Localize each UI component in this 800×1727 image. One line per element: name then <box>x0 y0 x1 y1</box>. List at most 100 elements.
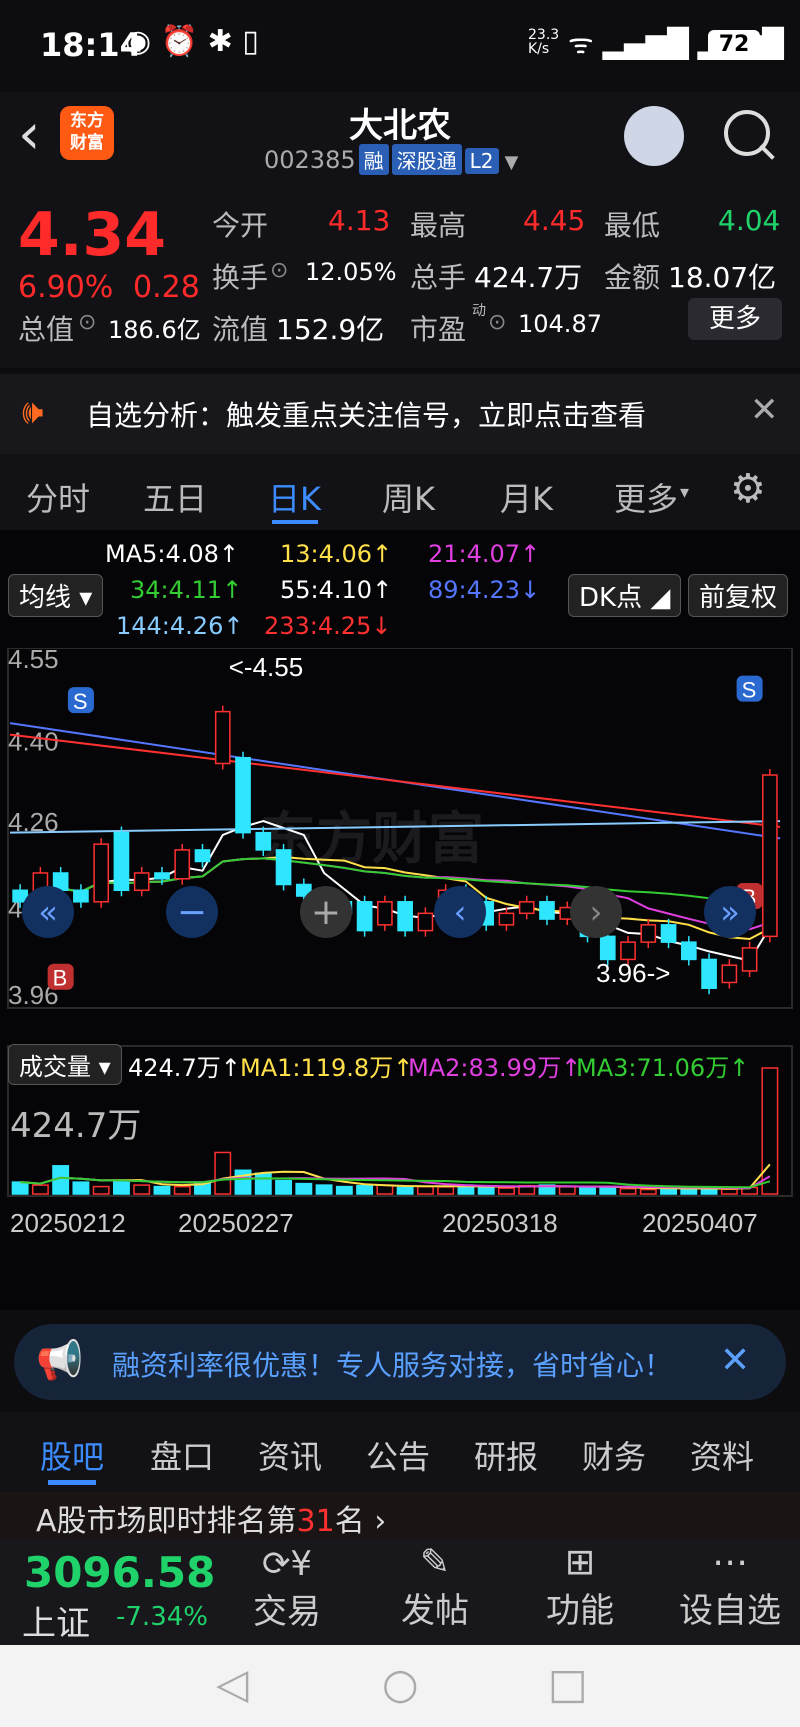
pe-value: 104.87 <box>518 310 602 338</box>
pe-label: 市盈 <box>410 313 467 346</box>
volume-bar <box>234 1169 252 1195</box>
candle <box>620 941 636 961</box>
high-marker: <-4.55 <box>229 652 303 682</box>
volume-bar <box>315 1184 333 1195</box>
price-axis-label: 4.40 <box>8 726 59 756</box>
candle <box>113 831 130 892</box>
indicator-select[interactable]: 均线 ▾ <box>8 574 104 617</box>
signal-banner[interactable]: 🕪 自选分析：触发重点关注信号，立即点击查看 ✕ <box>0 374 800 454</box>
kline-panel[interactable]: MA5:4.08↑ 13:4.06↑ 21:4.07↑ 34:4.11↑ 55:… <box>0 530 800 1310</box>
volume-bar <box>619 1187 637 1195</box>
nav-functions[interactable]: ⊞ 功能 <box>525 1538 635 1645</box>
more-button[interactable]: 更多 <box>688 298 782 340</box>
marker-label: B <box>53 966 68 991</box>
nav-trade-label: 交易 <box>253 1592 321 1632</box>
back-nav-icon[interactable]: ◁ <box>216 1659 248 1708</box>
candle <box>377 901 393 926</box>
zoom-out-icon[interactable]: − <box>166 886 218 938</box>
tab-daily-k[interactable]: 日K <box>268 474 321 520</box>
dk-point-button[interactable]: DK点 ◢ <box>568 574 682 617</box>
tab-guba[interactable]: 股吧 <box>40 1432 104 1478</box>
change-value: 0.28 <box>133 270 200 305</box>
candle <box>255 831 272 851</box>
tab-monthly-k[interactable]: 月K <box>500 474 553 520</box>
tab-profile[interactable]: 资料 <box>690 1432 754 1478</box>
stock-code: 002385 <box>264 146 356 174</box>
tab-finance[interactable]: 财务 <box>582 1432 646 1478</box>
adjust-button[interactable]: 前复权 <box>688 574 789 617</box>
candle <box>721 964 738 984</box>
close-icon[interactable]: ✕ <box>720 1340 750 1381</box>
high-value: 4.45 <box>523 204 586 237</box>
active-tab-indicator <box>48 1480 96 1485</box>
scroll-left-icon[interactable]: ‹ <box>434 886 486 938</box>
volume-value: 424.7万 <box>474 261 583 294</box>
candle <box>762 774 778 938</box>
high-label: 最高 <box>410 209 467 242</box>
volume-bar <box>133 1184 151 1195</box>
nav-post[interactable]: ✎ 发帖 <box>380 1538 490 1645</box>
close-icon[interactable]: ✕ <box>750 390 779 430</box>
recents-nav-icon[interactable]: □ <box>548 1659 588 1708</box>
candle <box>539 901 555 920</box>
margin-promo-banner[interactable]: 📢 融资利率很优惠！专人服务对接，省时省心！ ✕ <box>14 1324 786 1400</box>
nav-trade[interactable]: ⟳¥ 交易 <box>232 1538 342 1645</box>
info-icon[interactable]: ⊙ <box>488 310 506 335</box>
volume-bar <box>214 1151 232 1195</box>
megaphone-icon: 📢 <box>36 1338 84 1382</box>
nav-add-watchlist[interactable]: ⋯ 设自选 <box>660 1538 800 1645</box>
chevron-down-icon: ▾ <box>680 482 690 503</box>
stock-header: ‹ 东方 财富 大北农 002385 融深股通 L2 ▼ <box>0 92 800 190</box>
low-value: 4.04 <box>718 204 781 237</box>
nav-post-label: 发帖 <box>401 1591 469 1631</box>
tab-weekly-k[interactable]: 周K <box>382 474 435 520</box>
tab-news[interactable]: 资讯 <box>258 1432 322 1478</box>
margin-tag: 融 <box>358 144 389 175</box>
pe-sup: 动 <box>472 303 486 319</box>
info-icon[interactable]: ⊙ <box>78 310 96 335</box>
robot-avatar-icon[interactable] <box>624 106 684 166</box>
candle <box>701 958 717 989</box>
index-name: 上证 <box>22 1604 90 1644</box>
mcap-value: 186.6亿 <box>108 316 201 344</box>
volume-bar <box>335 1185 353 1195</box>
stock-code-row[interactable]: 002385 融深股通 L2 ▼ <box>264 144 518 175</box>
scroll-right-icon[interactable]: › <box>570 886 622 938</box>
tab-intraday[interactable]: 分时 <box>26 474 90 520</box>
volume-bar <box>112 1179 130 1195</box>
ranking-row[interactable]: A股市场即时排名第31名 › <box>0 1492 800 1538</box>
ma21-label: 21:4.07↑ <box>428 540 541 568</box>
active-tab-indicator <box>272 520 318 524</box>
volume-bar <box>92 1185 110 1195</box>
scroll-right-double-icon[interactable]: » <box>704 886 756 938</box>
gear-icon[interactable]: ⚙ <box>730 466 766 512</box>
zoom-in-icon[interactable]: + <box>300 886 352 938</box>
tab-more[interactable]: 更多 <box>614 474 678 520</box>
yen-icon: ⟳¥ <box>261 1544 313 1584</box>
status-bar: 18:14 ◉ ⏰ ✱ ▯ 23.3 K/s ᯤ ▂▄▆█ ▂▄▆█ 72 <box>0 0 800 92</box>
candle <box>214 710 231 765</box>
home-nav-icon[interactable]: ○ <box>382 1659 419 1708</box>
marker-label: S <box>742 678 757 703</box>
tab-announcements[interactable]: 公告 <box>366 1432 430 1478</box>
scroll-left-double-icon[interactable]: « <box>22 886 74 938</box>
tab-five-day[interactable]: 五日 <box>143 474 207 520</box>
grid-icon: ⊞ <box>564 1542 596 1583</box>
date-label: 20250227 <box>178 1208 294 1238</box>
volume-label: 总手 <box>410 261 467 294</box>
tab-research[interactable]: 研报 <box>474 1432 538 1478</box>
info-icon[interactable]: ⊙ <box>270 258 288 283</box>
ma55-label: 55:4.10↑ <box>280 576 393 604</box>
float-value: 152.9亿 <box>276 313 385 346</box>
system-nav-bar: ◁ ○ □ <box>0 1645 800 1727</box>
dropdown-icon: ▼ <box>504 152 519 173</box>
kline-chart[interactable]: 东方财富 4.554.404.264.113.96 <-4.553.96->SS… <box>0 648 800 1268</box>
speaker-icon: 🕪 <box>22 392 44 432</box>
volume-indicator-select[interactable]: 成交量 ▾ <box>8 1044 122 1085</box>
ma233-label: 233:4.25↓ <box>264 612 392 640</box>
tab-pankou[interactable]: 盘口 <box>150 1432 214 1478</box>
volume-bar <box>356 1184 374 1195</box>
more-dots-icon: ⋯ <box>712 1542 748 1583</box>
signal-banner-text: 自选分析：触发重点关注信号，立即点击查看 <box>86 399 647 432</box>
candle <box>133 872 150 892</box>
